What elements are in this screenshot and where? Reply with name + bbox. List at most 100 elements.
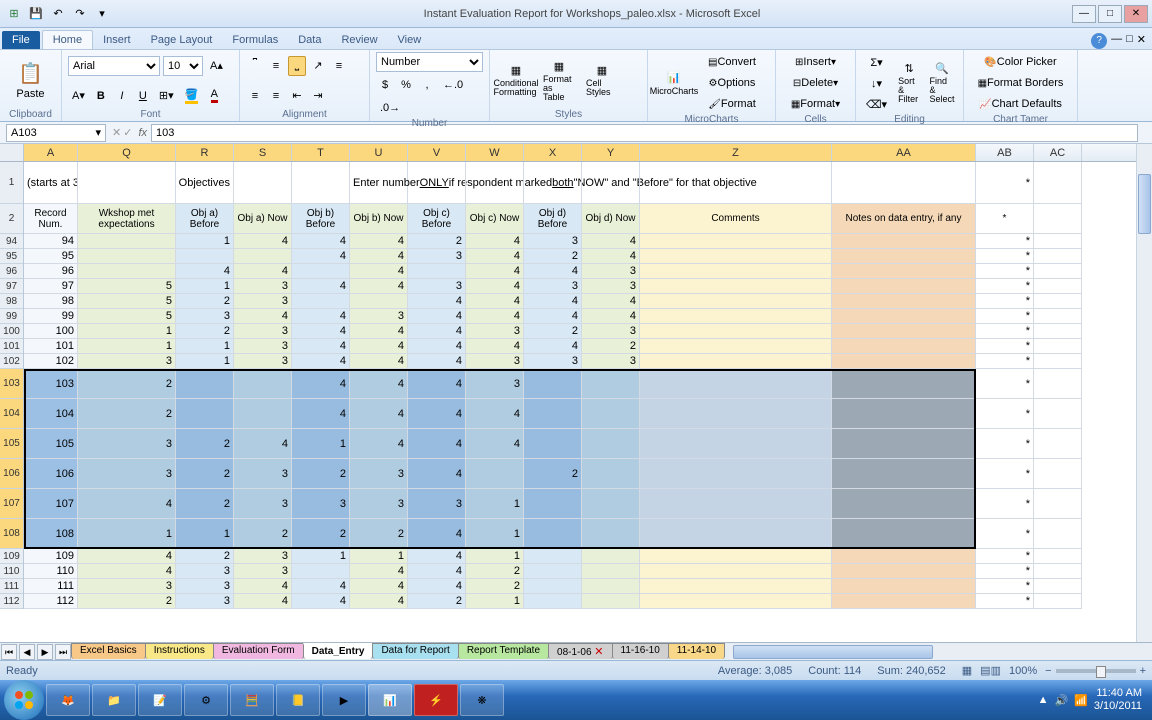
- cell[interactable]: [1034, 339, 1082, 354]
- cell[interactable]: Obj c) Before: [408, 204, 466, 234]
- cell[interactable]: 2: [292, 519, 350, 549]
- cell[interactable]: 4: [408, 579, 466, 594]
- cell[interactable]: 1: [78, 339, 176, 354]
- doc-max-button[interactable]: □: [1126, 33, 1133, 49]
- align-top-button[interactable]: ⎴: [246, 56, 264, 76]
- cell[interactable]: 2: [176, 489, 234, 519]
- row-header-98[interactable]: 98: [0, 294, 23, 309]
- cell[interactable]: Obj c) Now: [466, 204, 524, 234]
- zoom-in-button[interactable]: +: [1140, 665, 1146, 677]
- undo-button[interactable]: ↶: [48, 4, 68, 24]
- cell[interactable]: 2: [408, 234, 466, 249]
- convert-button[interactable]: ▤ Convert: [697, 52, 767, 72]
- cell[interactable]: 3: [466, 369, 524, 399]
- row-header-106[interactable]: 106: [0, 459, 23, 489]
- taskbar-excel[interactable]: 📊: [368, 684, 412, 716]
- cell[interactable]: [832, 279, 976, 294]
- cell[interactable]: 3: [408, 489, 466, 519]
- fill-button[interactable]: ↓▾: [862, 73, 891, 93]
- cell[interactable]: 2: [292, 459, 350, 489]
- cell[interactable]: [234, 399, 292, 429]
- cancel-formula-icon[interactable]: ✕: [112, 126, 121, 139]
- align-center-button[interactable]: ≡: [246, 86, 264, 106]
- cell[interactable]: 112: [24, 594, 78, 609]
- delete-cells-button[interactable]: ⊟ Delete ▾: [782, 73, 849, 93]
- cell[interactable]: [832, 264, 976, 279]
- cell[interactable]: 4: [408, 564, 466, 579]
- cell[interactable]: [832, 162, 976, 204]
- row-header-2[interactable]: 2: [0, 204, 23, 234]
- cell[interactable]: 1: [176, 339, 234, 354]
- taskbar-explorer[interactable]: 📁: [92, 684, 136, 716]
- cell[interactable]: 4: [292, 579, 350, 594]
- cell[interactable]: Obj d) Now: [582, 204, 640, 234]
- cell[interactable]: 4: [582, 309, 640, 324]
- cell[interactable]: [292, 162, 350, 204]
- cell[interactable]: 2: [466, 564, 524, 579]
- cell[interactable]: [640, 429, 832, 459]
- cell[interactable]: [582, 519, 640, 549]
- tab-data[interactable]: Data: [288, 31, 331, 49]
- cell[interactable]: 3: [234, 564, 292, 579]
- cell[interactable]: Workshop Objectives: [176, 162, 234, 204]
- cell[interactable]: [582, 459, 640, 489]
- cell[interactable]: [640, 369, 832, 399]
- clear-button[interactable]: ⌫▾: [862, 94, 891, 114]
- tab-nav-first[interactable]: ⏮: [1, 644, 17, 660]
- col-header-R[interactable]: R: [176, 144, 234, 161]
- doc-min-button[interactable]: —: [1111, 33, 1122, 49]
- cell[interactable]: [832, 354, 976, 369]
- cell[interactable]: 4: [350, 429, 408, 459]
- cell[interactable]: 4: [234, 594, 292, 609]
- taskbar-flash[interactable]: ⚡: [414, 684, 458, 716]
- cell[interactable]: *: [976, 339, 1034, 354]
- cell[interactable]: 2: [582, 339, 640, 354]
- cell[interactable]: [1034, 489, 1082, 519]
- cell[interactable]: 3: [350, 459, 408, 489]
- tab-file[interactable]: File: [2, 31, 40, 49]
- row-header-110[interactable]: 110: [0, 564, 23, 579]
- cell[interactable]: 4: [292, 309, 350, 324]
- cell[interactable]: 2: [524, 249, 582, 264]
- cell[interactable]: [640, 399, 832, 429]
- cell[interactable]: *: [976, 459, 1034, 489]
- cell[interactable]: Record Num.: [24, 204, 78, 234]
- increase-font-button[interactable]: A▴: [206, 56, 227, 76]
- cell[interactable]: 4: [350, 594, 408, 609]
- cell[interactable]: 3: [234, 294, 292, 309]
- view-layout-button[interactable]: ▤: [980, 664, 990, 677]
- minimize-button[interactable]: —: [1072, 5, 1096, 23]
- cell[interactable]: 103: [24, 369, 78, 399]
- cell[interactable]: [832, 564, 976, 579]
- cell[interactable]: *: [976, 162, 1034, 204]
- col-header-AB[interactable]: AB: [976, 144, 1034, 161]
- color-picker-button[interactable]: 🎨 Color Picker: [970, 52, 1071, 72]
- cell[interactable]: [234, 369, 292, 399]
- cell[interactable]: 3: [524, 234, 582, 249]
- cell[interactable]: 4: [292, 399, 350, 429]
- paste-button[interactable]: 📋Paste: [11, 52, 51, 108]
- cell[interactable]: [1034, 579, 1082, 594]
- cell[interactable]: [832, 339, 976, 354]
- taskbar-app4[interactable]: ❋: [460, 684, 504, 716]
- cell[interactable]: [640, 489, 832, 519]
- col-header-Q[interactable]: Q: [78, 144, 176, 161]
- cell[interactable]: [640, 294, 832, 309]
- system-tray[interactable]: ▲ 🔊 📶 11:40 AM3/10/2011: [1032, 687, 1148, 713]
- cell[interactable]: 3: [78, 579, 176, 594]
- cell[interactable]: 110: [24, 564, 78, 579]
- sheet-tab[interactable]: Instructions: [145, 643, 214, 659]
- micro-format-button[interactable]: 🖌 Format: [697, 94, 767, 114]
- font-color-button[interactable]: A: [205, 86, 223, 106]
- cell[interactable]: *: [976, 309, 1034, 324]
- taskbar-firefox[interactable]: 🦊: [46, 684, 90, 716]
- cell[interactable]: [1034, 234, 1082, 249]
- autosum-button[interactable]: Σ▾: [862, 52, 891, 72]
- select-all-corner[interactable]: [0, 144, 24, 162]
- view-break-button[interactable]: ▥: [991, 664, 1001, 677]
- cell[interactable]: 2: [234, 519, 292, 549]
- cell[interactable]: 4: [292, 324, 350, 339]
- cell[interactable]: 4: [350, 324, 408, 339]
- cell[interactable]: [582, 399, 640, 429]
- cell[interactable]: 105: [24, 429, 78, 459]
